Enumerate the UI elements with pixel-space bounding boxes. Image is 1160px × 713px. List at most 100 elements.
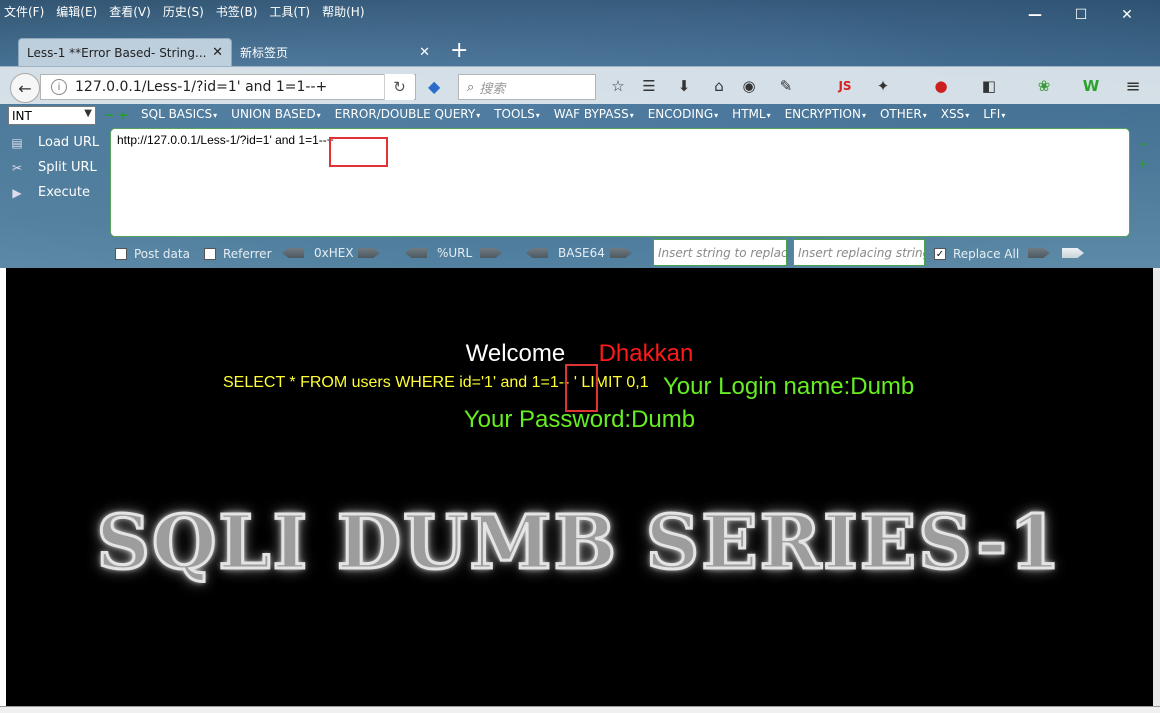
hackbar-url-textarea[interactable]: http://127.0.0.1/Less-1/?id=1' and 1=1--… (110, 128, 1130, 237)
tools-icon[interactable]: ✦ (872, 76, 894, 96)
hex-label: 0xHEX (314, 246, 354, 260)
hackbar-menu-encoding[interactable]: ENCODING (648, 107, 718, 121)
url-bar[interactable]: i 127.0.0.1/Less-1/?id=1' and 1=1--+ ▼ ⌂ (40, 74, 416, 100)
replace-forward-arrow-icon[interactable] (1028, 248, 1050, 258)
highlight-box-query-comment (565, 364, 598, 412)
hackbar-menu-tools[interactable]: TOOLS (494, 107, 540, 121)
menu-bar: 文件(F) 编辑(E) 查看(V) 历史(S) 书签(B) 工具(T) 帮助(H… (4, 3, 365, 21)
reload-icon: ↻ (393, 78, 406, 96)
js-toggle-icon[interactable]: JS (834, 76, 856, 96)
hackbar-menu-lfi[interactable]: LFI (983, 107, 1005, 121)
info-icon[interactable]: i (51, 79, 67, 95)
wappalyzer-icon[interactable]: W (1080, 76, 1102, 96)
load-url-button[interactable]: ▤ Load URL (8, 130, 108, 155)
scissors-icon: ✂ (11, 160, 23, 175)
search-placeholder: 搜索 (479, 81, 506, 97)
referrer-checkbox[interactable]: Referrer (204, 247, 272, 261)
maximize-button[interactable]: ☐ (1058, 2, 1104, 28)
menu-help[interactable]: 帮助(H) (322, 3, 364, 21)
split-url-label: Split URL (38, 160, 97, 175)
url-text[interactable]: 127.0.0.1/Less-1/?id=1' and 1=1--+ (75, 79, 386, 95)
back-arrow-icon: ← (18, 78, 32, 98)
replace-all-label: Replace All (953, 247, 1020, 261)
hex-encode-arrow-icon[interactable] (358, 248, 380, 258)
referrer-label: Referrer (223, 247, 272, 261)
bookmark-star-icon[interactable]: ☆ (607, 76, 629, 96)
download-icon[interactable]: ⬇ (673, 76, 695, 96)
login-name-text: Your Login name:Dumb (663, 373, 915, 400)
menu-tools[interactable]: 工具(T) (269, 3, 310, 21)
reload-button[interactable]: ↻ (384, 74, 414, 100)
navigation-bar: i 127.0.0.1/Less-1/?id=1' and 1=1--+ ▼ ⌂… (0, 66, 1160, 104)
play-icon: ▶ (12, 185, 22, 200)
menu-file[interactable]: 文件(F) (4, 3, 44, 21)
record-icon[interactable]: ● (930, 76, 952, 96)
tab-new-tab[interactable]: 新标签页 ✕ (232, 38, 438, 66)
textarea-resize-icon[interactable]: − + (1138, 134, 1148, 174)
hackbar-menu-html[interactable]: HTML (732, 107, 770, 121)
window-controls: — ☐ ✕ (1012, 2, 1150, 28)
hackbar-side-actions: ▤ Load URL ✂ Split URL ▶ Execute (8, 130, 108, 205)
plus-minus-icon[interactable]: − + (104, 108, 128, 122)
type-select[interactable]: INT ▼ (8, 106, 96, 125)
close-tab-icon[interactable]: ✕ (419, 45, 430, 60)
welcome-text: Welcome (465, 340, 566, 367)
load-url-icon: ▤ (11, 135, 23, 150)
user-name: Dhakkan (598, 340, 694, 367)
replacing-string-input[interactable]: Insert replacing string (793, 239, 925, 266)
back-button[interactable]: ← (10, 73, 40, 103)
replace-next-arrow-icon[interactable] (1062, 248, 1084, 258)
tab-strip: Less-1 **Error Based- String... ✕ 新标签页 ✕… (0, 36, 1160, 66)
checkmark-icon: ✓ (934, 248, 946, 260)
menu-bookmarks[interactable]: 书签(B) (216, 3, 258, 21)
tab-less-1[interactable]: Less-1 **Error Based- String... ✕ (18, 38, 232, 66)
load-url-label: Load URL (38, 135, 100, 150)
checkbox-icon (115, 248, 127, 260)
home-icon[interactable]: ⌂ (708, 76, 730, 96)
replace-all-checkbox[interactable]: ✓ Replace All (934, 247, 1019, 261)
sqli-dumb-series-banner: SQLI DUMB SERIES-1 (95, 499, 1063, 588)
split-url-button[interactable]: ✂ Split URL (8, 155, 108, 180)
hackbar-menu: INT ▼ − + SQL BASICS UNION BASED ERROR/D… (0, 104, 1160, 126)
reading-list-icon[interactable]: ☰ (638, 76, 660, 96)
page-content: Welcome Dhakkan SELECT * FROM users WHER… (6, 268, 1153, 706)
tab-title: 新标签页 (240, 45, 289, 60)
hackbar-menu-waf-bypass[interactable]: WAF BYPASS (554, 107, 634, 121)
menu-history[interactable]: 历史(S) (163, 3, 204, 21)
hex-decode-arrow-icon[interactable] (282, 248, 304, 258)
tag-icon[interactable]: ◧ (978, 76, 1000, 96)
execute-button[interactable]: ▶ Execute (8, 180, 108, 205)
close-tab-icon[interactable]: ✕ (212, 45, 223, 60)
hackbar-menu-other[interactable]: OTHER (880, 107, 927, 121)
hackbar-menu-union-based[interactable]: UNION BASED (231, 107, 320, 121)
hackbar-menu-sql-basics[interactable]: SQL BASICS (141, 107, 217, 121)
base64-encode-arrow-icon[interactable] (610, 248, 632, 258)
palette-icon[interactable]: ✎ (775, 76, 797, 96)
url-decode-arrow-icon[interactable] (405, 248, 427, 258)
search-icon: ⌕ (467, 79, 475, 95)
replace-string-input[interactable]: Insert string to replace (653, 239, 787, 266)
url-encode-arrow-icon[interactable] (480, 248, 502, 258)
base64-label: BASE64 (558, 246, 605, 260)
execute-label: Execute (38, 185, 90, 200)
post-data-label: Post data (134, 247, 190, 261)
highlight-box-url-comment (329, 137, 388, 167)
hackbar-menu-error-double-query[interactable]: ERROR/DOUBLE QUERY (335, 107, 481, 121)
type-select-value: INT (12, 108, 32, 123)
base64-decode-arrow-icon[interactable] (526, 248, 548, 258)
menu-view[interactable]: 查看(V) (109, 3, 151, 21)
leaf-icon[interactable]: ❀ (1033, 76, 1055, 96)
url-encoding-label: %URL (437, 246, 473, 260)
extension-bird-icon[interactable]: ◆ (428, 77, 440, 96)
new-tab-button[interactable]: + (450, 39, 468, 63)
hackbar-menu-encryption[interactable]: ENCRYPTION (785, 107, 866, 121)
search-bar[interactable]: ⌕ 搜索 (458, 74, 596, 100)
globe-icon[interactable]: ◉ (738, 76, 760, 96)
menu-edit[interactable]: 编辑(E) (56, 3, 97, 21)
background-window-edge (1153, 268, 1160, 713)
hamburger-menu-icon[interactable]: ≡ (1122, 76, 1144, 97)
post-data-checkbox[interactable]: Post data (115, 247, 190, 261)
minimize-button[interactable]: — (1012, 2, 1058, 28)
hackbar-menu-xss[interactable]: XSS (941, 107, 969, 121)
close-window-button[interactable]: ✕ (1104, 2, 1150, 28)
